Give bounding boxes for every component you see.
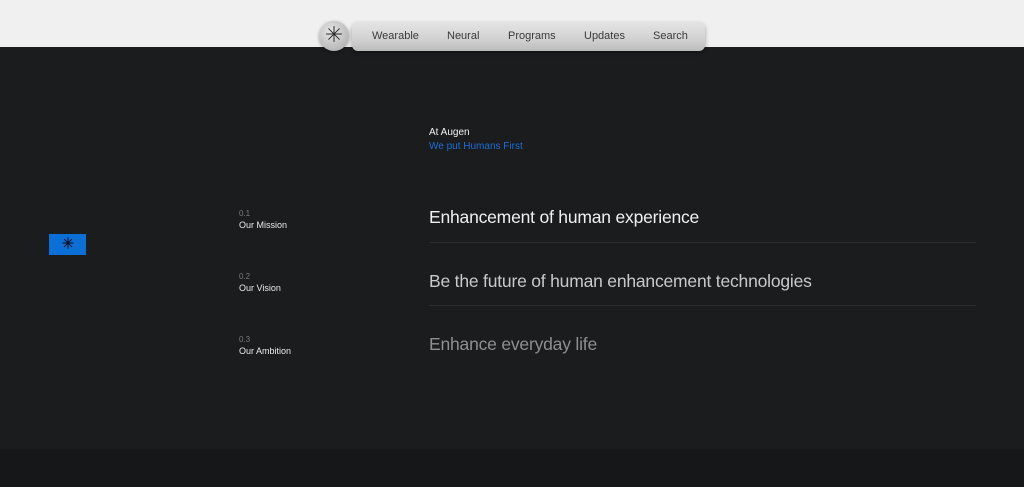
ambition-statement: Enhance everyday life [429,334,597,354]
nav-item-programs[interactable]: Programs [508,22,556,51]
intro-subtitle: We put Humans First [429,141,523,152]
nav-item-updates[interactable]: Updates [584,22,625,51]
vision-number: 0.2 [239,272,251,281]
mission-number: 0.1 [239,209,251,218]
mission-statement: Enhancement of human experience [429,207,700,227]
nav-item-wearable[interactable]: Wearable [372,22,419,51]
main-nav: Wearable Neural Programs Updates Search [352,22,705,51]
mission-label: Our Mission [239,220,288,230]
ambition-number: 0.3 [239,335,251,344]
ambition-label: Our Ambition [239,346,292,356]
main-section [0,47,1024,449]
vision-label: Our Vision [239,283,281,293]
asterisk-icon [61,236,74,254]
nav-item-search[interactable]: Search [653,22,688,51]
nav-item-neural[interactable]: Neural [447,22,479,51]
row-divider [429,305,976,306]
footer-band [0,449,1024,487]
side-badge[interactable] [49,234,86,255]
vision-statement: Be the future of human enhancement techn… [429,271,812,291]
intro-title: At Augen [429,127,470,138]
asterisk-logo-icon [325,25,343,48]
row-divider [429,242,976,243]
logo-button[interactable] [319,21,349,51]
